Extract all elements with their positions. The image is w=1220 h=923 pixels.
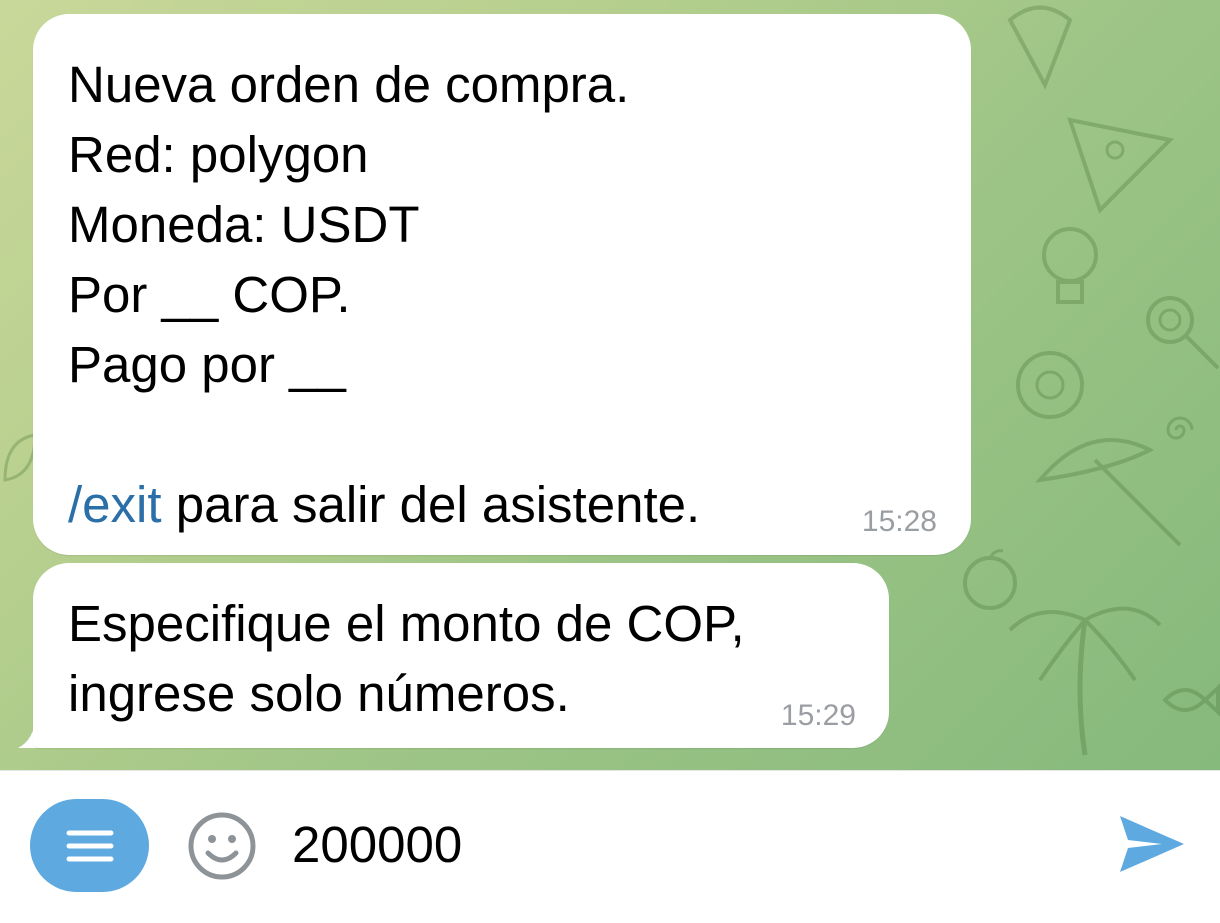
message-command-suffix: para salir del asistente. [161,476,701,533]
message-composer [0,770,1220,923]
billiard-ball-doodle-icon [1016,351,1084,419]
message-input[interactable] [292,809,1072,879]
exit-command-link[interactable]: /exit [68,476,162,533]
message-text: Especifique el monto de COP, ingrese sol… [68,595,745,722]
message-lines: Nueva orden de compra. Red: polygon Mone… [68,56,630,393]
palm-tree-doodle-icon [1008,606,1162,756]
message-timestamp: 15:29 [780,699,856,732]
message-timestamp: 15:28 [861,505,937,538]
message-text: Nueva orden de compra. Red: polygon Mone… [68,50,700,540]
swirl-doodle-icon [1166,416,1194,440]
menu-icon [66,830,113,861]
menu-button[interactable] [30,799,149,892]
message-bubble: Especifique el monto de COP, ingrese sol… [33,563,889,748]
pizza-doodle-icon [1067,117,1175,214]
emoji-icon[interactable] [187,811,257,881]
chat-background: Nueva orden de compra. Red: polygon Mone… [0,0,1220,770]
lollipop-doodle-icon [1146,296,1220,370]
message-bubble: Nueva orden de compra. Red: polygon Mone… [33,14,971,555]
lightbulb-doodle-icon [1042,227,1098,304]
fish-doodle-icon [1162,683,1220,717]
fruit-doodle-icon [963,549,1017,610]
ice-cream-doodle-icon [1007,5,1073,90]
send-icon[interactable] [1118,814,1186,874]
